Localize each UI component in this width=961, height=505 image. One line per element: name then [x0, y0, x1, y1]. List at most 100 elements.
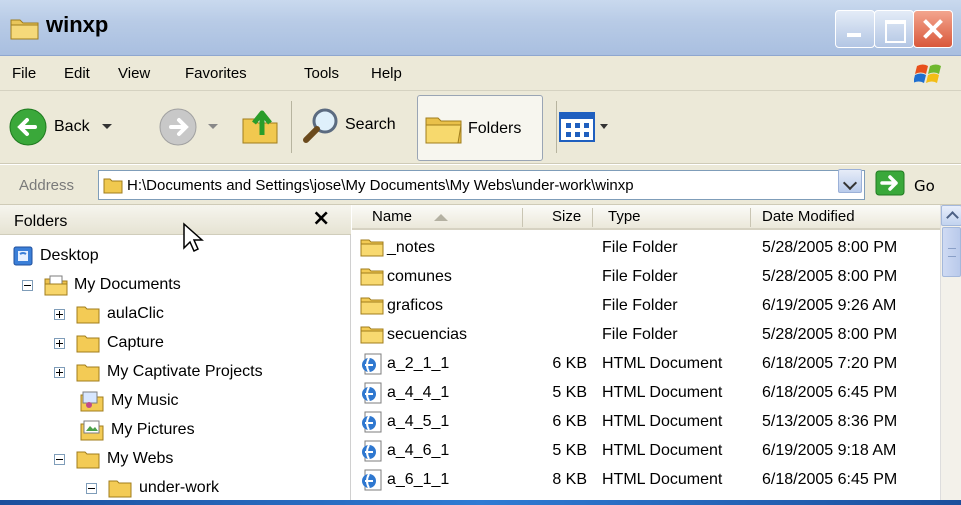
vertical-scrollbar[interactable] [940, 205, 961, 500]
html-document-icon [360, 352, 384, 381]
toolbar-separator [291, 101, 292, 153]
tree-item-my-documents[interactable]: My Documents [22, 271, 181, 299]
menu-view[interactable]: View [118, 65, 150, 82]
file-name: a_4_4_1 [387, 384, 450, 401]
tree-item-label: under-work [139, 479, 220, 496]
column-name[interactable]: Name [372, 208, 412, 225]
chevron-down-icon [208, 124, 218, 129]
html-document-icon [360, 468, 384, 497]
search-label: Search [345, 116, 396, 133]
search-button[interactable]: Search [302, 105, 396, 145]
file-row[interactable]: a_6_1_1 8 KB HTML Document 6/18/2005 6:45 P… [352, 466, 940, 494]
column-divider[interactable] [522, 208, 523, 227]
up-button[interactable] [240, 105, 280, 147]
tree-item-label: Capture [107, 334, 164, 351]
sort-ascending-icon [434, 214, 448, 221]
address-path: H:\Documents and Settings\jose\My Docume… [127, 177, 634, 194]
file-row[interactable]: a_4_6_1 5 KB HTML Document 6/19/2005 9:18 A… [352, 437, 940, 465]
maximize-button[interactable] [874, 10, 914, 48]
file-date-modified: 6/19/2005 9:26 AM [762, 297, 897, 314]
expand-icon[interactable] [54, 308, 65, 320]
file-row[interactable]: graficos File Folder 6/19/2005 9:26 AM [352, 292, 940, 320]
file-type: HTML Document [602, 413, 723, 430]
file-type: File Folder [602, 326, 678, 343]
folder-icon [360, 323, 384, 350]
tree-item-label: My Documents [74, 276, 181, 293]
collapse-icon[interactable] [22, 279, 33, 291]
file-date-modified: 5/13/2005 8:36 PM [762, 413, 898, 430]
folders-button[interactable]: Folders [417, 95, 543, 161]
file-type: File Folder [602, 239, 678, 256]
file-name: a_4_6_1 [387, 442, 450, 459]
file-date-modified: 6/18/2005 7:20 PM [762, 355, 898, 372]
tree-item-label: aulaClic [107, 305, 164, 322]
tree-item-my-webs[interactable]: My Webs [54, 445, 173, 473]
menu-file[interactable]: File [12, 65, 36, 82]
column-divider[interactable] [592, 208, 593, 227]
tree-item-capture[interactable]: Capture [54, 329, 164, 357]
file-name: comunes [387, 268, 452, 285]
folders-icon [425, 117, 462, 144]
column-date-modified[interactable]: Date Modified [762, 208, 855, 225]
my-pictures-icon [80, 420, 104, 441]
scroll-thumb[interactable] [942, 227, 961, 277]
file-list: Name Size Type Date Modified _notes File … [352, 205, 961, 500]
folders-pane-header: Folders × [0, 205, 351, 235]
column-divider[interactable] [750, 208, 751, 227]
mouse-cursor-icon [183, 222, 204, 253]
file-row[interactable]: comunes File Folder 5/28/2005 8:00 PM [352, 263, 940, 291]
collapse-icon[interactable] [86, 482, 97, 494]
go-button-label[interactable]: Go [914, 177, 935, 195]
file-row[interactable]: a_2_1_1 6 KB HTML Document 6/18/2005 7:20 P… [352, 350, 940, 378]
file-date-modified: 6/19/2005 9:18 AM [762, 442, 897, 459]
close-button[interactable] [913, 10, 953, 48]
column-size[interactable]: Size [552, 208, 581, 225]
tree-item-under-work[interactable]: under-work [86, 474, 219, 502]
html-document-icon [360, 381, 384, 410]
collapse-icon[interactable] [54, 453, 65, 465]
file-type: File Folder [602, 297, 678, 314]
forward-button[interactable] [158, 107, 220, 147]
tree-item-my-music[interactable]: My Music [80, 387, 179, 415]
file-type: HTML Document [602, 384, 723, 401]
file-name: secuencias [387, 326, 468, 343]
tree-item-my-pictures[interactable]: My Pictures [80, 416, 195, 444]
tree-item-my-captivate-projects[interactable]: My Captivate Projects [54, 358, 263, 386]
title-bar[interactable]: winxp [0, 0, 961, 56]
column-header-row: Name Size Type Date Modified [352, 205, 940, 230]
menu-tools[interactable]: Tools [304, 65, 339, 82]
menu-edit[interactable]: Edit [64, 65, 90, 82]
minimize-button[interactable] [835, 10, 875, 48]
file-row[interactable]: secuencias File Folder 5/28/2005 8:00 PM [352, 321, 940, 349]
file-name: _notes [387, 239, 436, 256]
tree-item-desktop[interactable]: Desktop [12, 242, 99, 270]
file-name: a_2_1_1 [387, 355, 450, 372]
scroll-up-button[interactable] [941, 205, 961, 226]
window-bottom-edge [0, 500, 961, 505]
address-input[interactable]: H:\Documents and Settings\jose\My Docume… [98, 170, 865, 200]
tree-item-aulaclic[interactable]: aulaClic [54, 300, 164, 328]
expand-icon[interactable] [54, 337, 65, 349]
tree-item-label: My Music [111, 392, 179, 409]
back-arrow-icon [9, 108, 47, 146]
expand-icon[interactable] [54, 366, 65, 378]
back-label: Back [54, 118, 90, 135]
back-button[interactable]: Back [8, 107, 114, 147]
file-row[interactable]: _notes File Folder 5/28/2005 8:00 PM [352, 234, 940, 262]
folder-icon [360, 265, 384, 292]
tree-item-label: My Webs [107, 450, 174, 467]
file-row[interactable]: a_4_4_1 5 KB HTML Document 6/18/2005 6:45 P… [352, 379, 940, 407]
menu-favorites[interactable]: Favorites [185, 65, 247, 82]
go-arrow-icon[interactable] [875, 170, 905, 196]
window-title: winxp [46, 12, 109, 37]
my-documents-icon [44, 275, 68, 296]
close-pane-icon[interactable]: × [312, 206, 330, 231]
views-icon [559, 112, 595, 142]
file-row[interactable]: a_4_5_1 6 KB HTML Document 5/13/2005 8:36 P… [352, 408, 940, 436]
views-button[interactable] [558, 111, 610, 143]
folder-icon [360, 236, 384, 263]
address-dropdown-button[interactable] [838, 169, 862, 193]
column-type[interactable]: Type [608, 208, 641, 225]
menu-help[interactable]: Help [371, 65, 402, 82]
menu-bar: File Edit View Favorites Tools Help [0, 56, 961, 91]
